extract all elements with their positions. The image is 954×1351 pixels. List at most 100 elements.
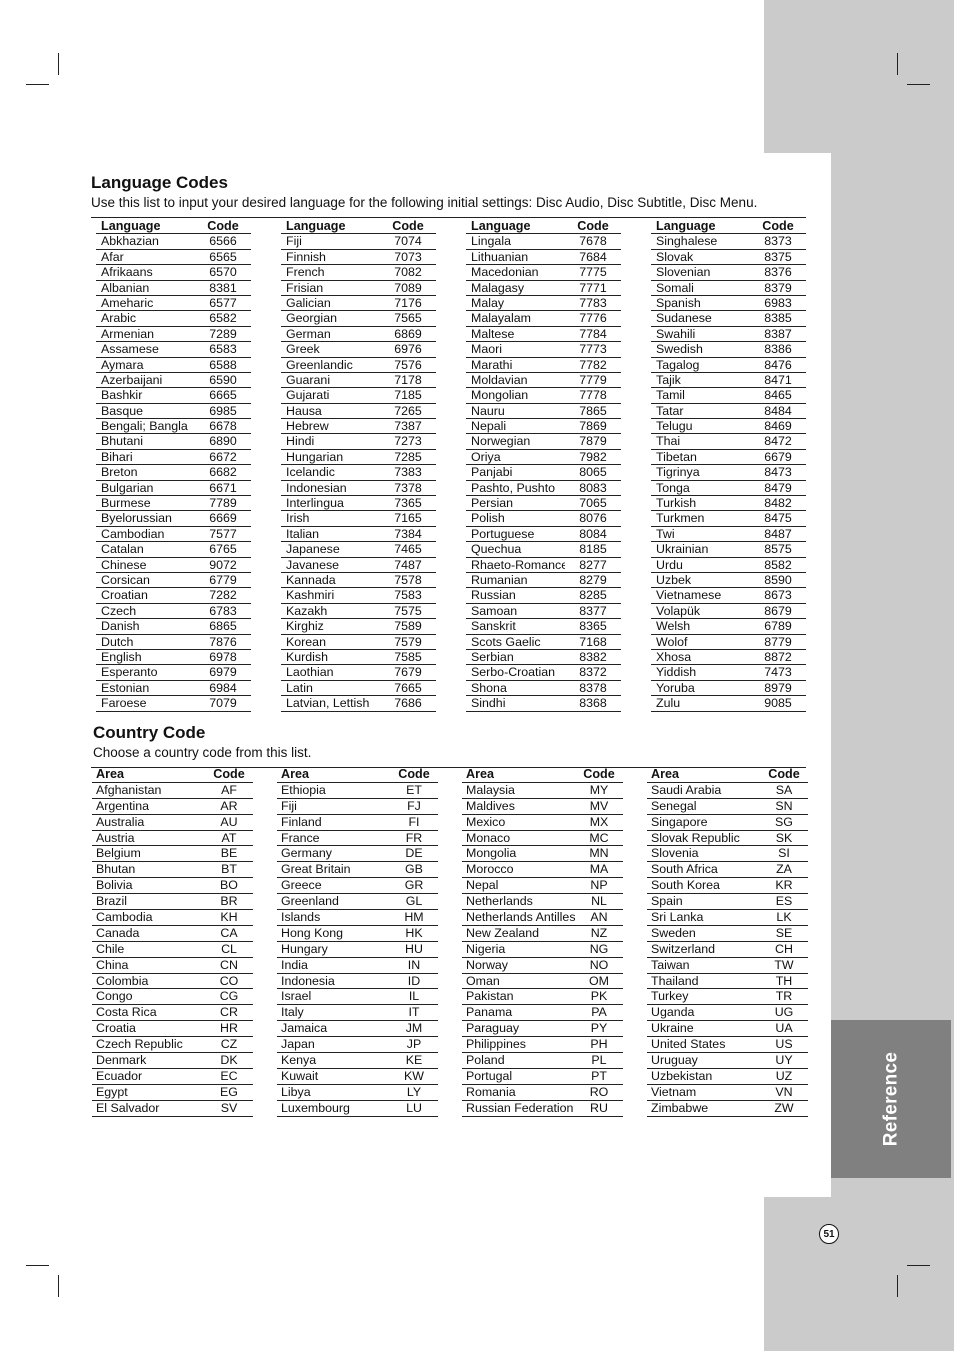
column-header-name: Area bbox=[281, 767, 310, 781]
language-name: Lingala bbox=[471, 234, 511, 249]
language-name: Slovenian bbox=[656, 265, 711, 280]
language-name: Estonian bbox=[101, 680, 150, 695]
language-code: 7665 bbox=[394, 680, 422, 695]
language-row: Aymara 6588 bbox=[96, 358, 251, 373]
country-name: Maldives bbox=[466, 798, 515, 813]
language-row: Slovak 8375 bbox=[651, 250, 806, 266]
country-row: Greenland GL bbox=[277, 894, 438, 911]
language-name: Georgian bbox=[286, 311, 337, 326]
country-row: Colombia CO bbox=[92, 974, 253, 990]
country-code: GR bbox=[404, 878, 424, 893]
country-name: Slovak Republic bbox=[651, 830, 740, 845]
country-name: Italy bbox=[281, 1005, 304, 1020]
language-row: Swedish 8386 bbox=[651, 342, 806, 358]
language-name: Quechua bbox=[471, 542, 522, 557]
language-row: Singhalese 8373 bbox=[651, 234, 806, 250]
language-name: Hausa bbox=[286, 403, 322, 418]
country-name: Turkey bbox=[651, 989, 689, 1004]
language-row: Uzbek 8590 bbox=[651, 572, 806, 589]
language-name: Gujarati bbox=[286, 388, 330, 403]
language-name: Hindi bbox=[286, 434, 315, 449]
language-name: Mongolian bbox=[471, 388, 529, 403]
country-code: ID bbox=[407, 973, 421, 988]
country-row: Italy IT bbox=[277, 1005, 438, 1022]
language-row: Burmese 7789 bbox=[96, 496, 251, 512]
country-code: AN bbox=[590, 910, 608, 925]
language-row: Fiji 7074 bbox=[281, 234, 436, 250]
country-code: UG bbox=[774, 1005, 794, 1020]
country-row: China CN bbox=[92, 958, 253, 974]
language-row: Arabic 6582 bbox=[96, 311, 251, 327]
language-name: Zulu bbox=[656, 696, 681, 711]
language-code: 7282 bbox=[209, 588, 237, 603]
language-name: French bbox=[286, 265, 325, 280]
language-codes-description: Use this list to input your desired lang… bbox=[91, 195, 758, 210]
language-code: 6779 bbox=[209, 572, 237, 587]
country-code: PY bbox=[590, 1021, 608, 1036]
country-name: Ethiopia bbox=[281, 782, 326, 797]
language-row: Kazakh 7575 bbox=[281, 604, 436, 620]
country-name: France bbox=[281, 830, 320, 845]
section-tab-label: Reference bbox=[880, 1051, 901, 1147]
language-column: Language Code Abkhazian 6566 Afar 6565 Afrikaa… bbox=[96, 219, 251, 712]
language-code: 7783 bbox=[579, 295, 607, 310]
country-row: Congo CG bbox=[92, 989, 253, 1006]
country-name: Egypt bbox=[96, 1084, 128, 1099]
country-name: Fiji bbox=[281, 798, 297, 813]
language-row: Estonian 6984 bbox=[96, 680, 251, 697]
language-row: Welsh 6789 bbox=[651, 619, 806, 635]
country-row: Japan JP bbox=[277, 1037, 438, 1054]
country-row: South Africa ZA bbox=[647, 862, 808, 879]
language-row: Hebrew 7387 bbox=[281, 419, 436, 435]
language-name: Indonesian bbox=[286, 480, 347, 495]
language-row: Quechua 8185 bbox=[466, 542, 621, 558]
language-code: 7779 bbox=[579, 372, 607, 387]
language-row: Malay 7783 bbox=[466, 295, 621, 312]
language-code: 6789 bbox=[764, 619, 792, 634]
language-code: 7365 bbox=[394, 496, 422, 511]
country-code: AR bbox=[220, 798, 238, 813]
language-code: 6976 bbox=[394, 342, 422, 357]
country-name: Japan bbox=[281, 1037, 315, 1052]
country-name: Sweden bbox=[651, 925, 696, 940]
language-name: Czech bbox=[101, 603, 137, 618]
country-name: Croatia bbox=[96, 1021, 136, 1036]
country-code: TW bbox=[774, 957, 794, 972]
country-row: India IN bbox=[277, 958, 438, 974]
language-row: Basque 6985 bbox=[96, 404, 251, 420]
country-code: CG bbox=[219, 989, 239, 1004]
language-row: Abkhazian 6566 bbox=[96, 234, 251, 250]
language-row: Serbian 8382 bbox=[466, 650, 621, 666]
language-row: Slovenian 8376 bbox=[651, 265, 806, 281]
language-name: Turkish bbox=[656, 496, 697, 511]
country-name: Greece bbox=[281, 878, 322, 893]
country-code: PK bbox=[590, 989, 608, 1004]
crop-mark bbox=[58, 53, 59, 75]
language-code: 8365 bbox=[579, 619, 607, 634]
country-name: Spain bbox=[651, 894, 683, 909]
language-code: 7865 bbox=[579, 403, 607, 418]
language-column: Language Code Lingala 7678 Lithuanian 7684 Mac… bbox=[466, 219, 621, 712]
language-code: 7565 bbox=[394, 311, 422, 326]
language-code: 6890 bbox=[209, 434, 237, 449]
language-code: 8373 bbox=[764, 234, 792, 249]
country-code: ET bbox=[406, 782, 422, 797]
language-name: Kurdish bbox=[286, 649, 329, 664]
country-code: KH bbox=[220, 910, 238, 925]
column-header-code: Code bbox=[583, 767, 615, 781]
language-code: 7782 bbox=[579, 357, 607, 372]
country-name: Sri Lanka bbox=[651, 910, 704, 925]
language-name: Japanese bbox=[286, 542, 340, 557]
language-name: Interlingua bbox=[286, 496, 344, 511]
country-name: Kuwait bbox=[281, 1068, 319, 1083]
language-code: 7165 bbox=[394, 511, 422, 526]
language-row: Laothian 7679 bbox=[281, 665, 436, 681]
language-code: 7387 bbox=[394, 419, 422, 434]
language-name: Uzbek bbox=[656, 572, 692, 587]
country-row: Oman OM bbox=[462, 974, 623, 990]
country-row: Chile CL bbox=[92, 942, 253, 958]
language-code: 7384 bbox=[394, 526, 422, 541]
language-code: 7073 bbox=[394, 249, 422, 264]
country-row: Portugal PT bbox=[462, 1069, 623, 1085]
column-header-code: Code bbox=[398, 767, 430, 781]
